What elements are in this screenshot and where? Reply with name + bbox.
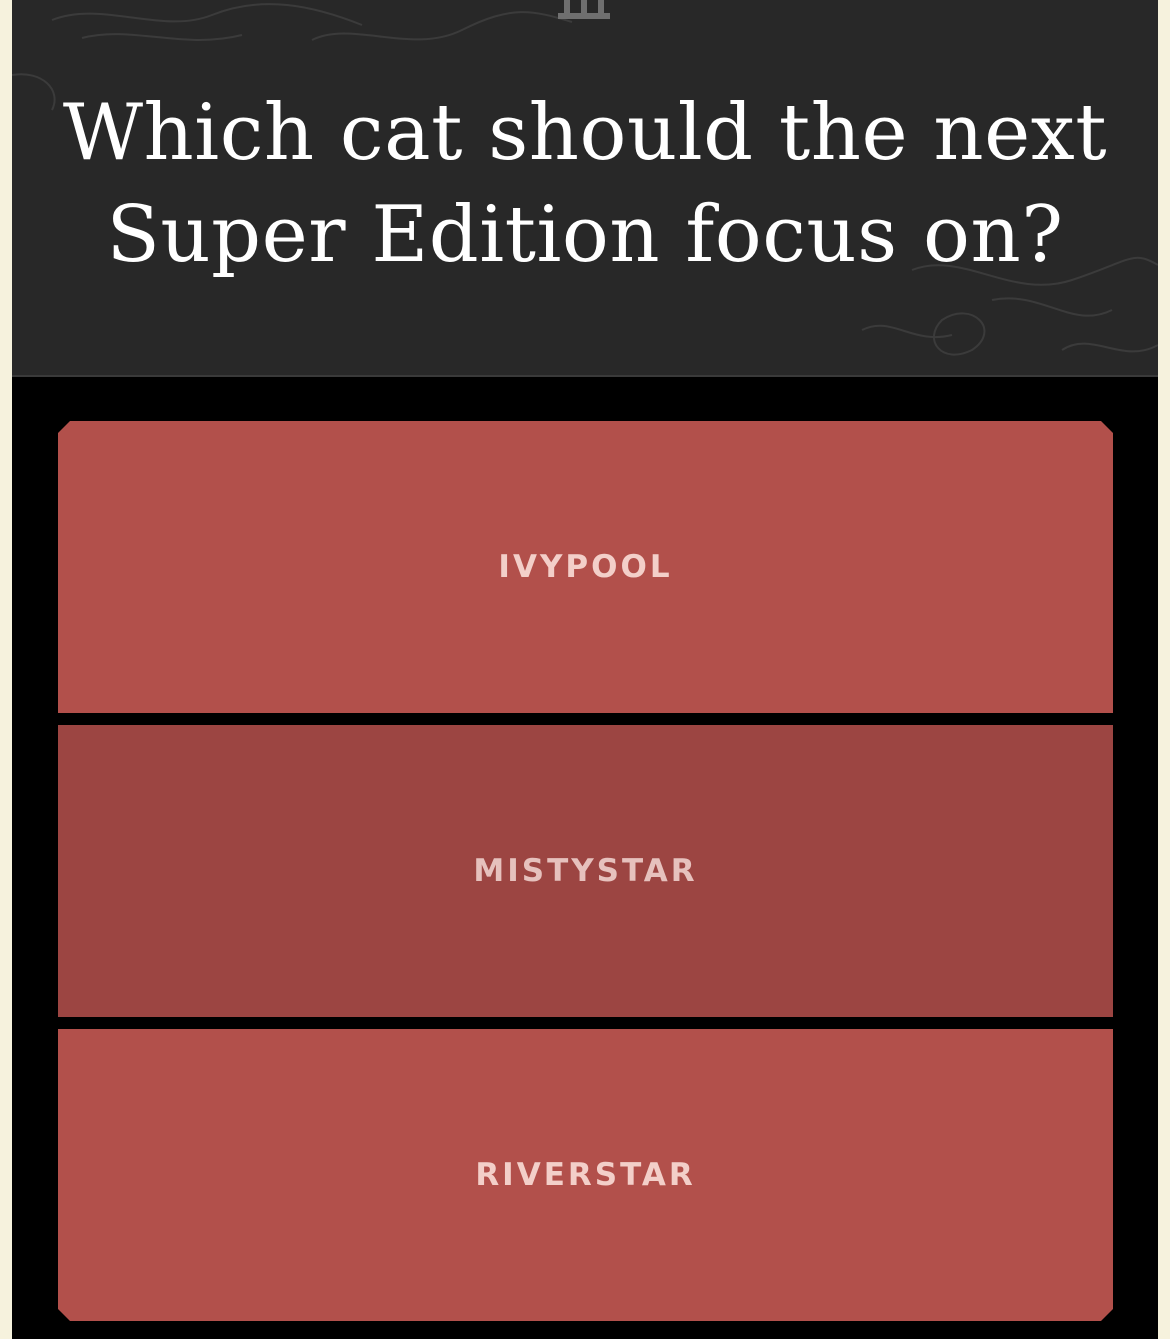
pillar-icon <box>558 0 610 19</box>
poll-option-ivypool[interactable]: IVYPOOL <box>58 421 1113 713</box>
poll-header: Which cat should the next Super Edition … <box>12 0 1158 377</box>
poll-option-label: IVYPOOL <box>498 549 673 585</box>
poll-card: Which cat should the next Super Edition … <box>12 0 1158 1339</box>
poll-option-label: MISTYSTAR <box>473 853 698 889</box>
poll-option-riverstar[interactable]: RIVERSTAR <box>58 1029 1113 1321</box>
poll-options: IVYPOOL MISTYSTAR RIVERSTAR <box>58 421 1113 1321</box>
poll-question-title: Which cat should the next Super Edition … <box>62 88 1108 280</box>
poll-option-label: RIVERSTAR <box>475 1157 696 1193</box>
poll-option-mistystar[interactable]: MISTYSTAR <box>58 725 1113 1017</box>
